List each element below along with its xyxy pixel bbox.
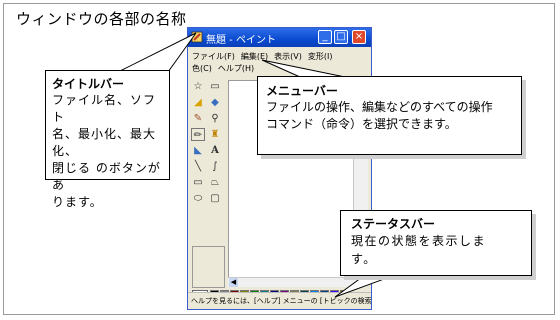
horizontal-scrollbar[interactable]: ◀ — [228, 277, 367, 287]
title-bar[interactable]: 無題 - ペイント _ □ × — [188, 28, 371, 47]
menubar-callout-line: コマンド（命令）を選択できます。 — [266, 117, 457, 131]
window-title: 無題 - ペイント — [206, 35, 276, 46]
statusbar-callout-line: 現在の状態を表示しま — [351, 234, 487, 248]
menu-colors[interactable]: 色(C) — [192, 64, 212, 73]
select-free-icon[interactable]: ☆ — [191, 80, 205, 93]
tool-options-box[interactable] — [192, 246, 225, 288]
statusbar-callout-title: ステータスバー — [351, 217, 436, 231]
text-icon[interactable]: A — [208, 144, 222, 157]
select-rect-icon[interactable]: ▭ — [208, 80, 222, 93]
statusbar-callout-line: す。 — [351, 252, 377, 266]
titlebar-callout-line: ファイル名、ソフト — [52, 93, 157, 124]
menu-row-2: 色(C) ヘルプ(H) — [192, 63, 260, 74]
polygon-icon[interactable]: ⏢ — [208, 176, 222, 189]
menu-help[interactable]: ヘルプ(H) — [218, 64, 254, 73]
menu-bar: ファイル(F) 編集(E) 表示(V) 変形(I) 色(C) ヘルプ(H) — [188, 47, 371, 77]
picker-icon[interactable]: ✎ — [191, 112, 205, 125]
titlebar-callout-title: タイトルバー — [52, 77, 125, 91]
brush-icon[interactable]: ♜ — [208, 128, 222, 141]
ellipse-icon[interactable]: ⬭ — [191, 192, 205, 205]
menubar-callout-body: ファイルの操作、編集などのすべての操作 コマンド（命令）を選択できます。 — [266, 99, 513, 133]
rectangle-icon[interactable]: ▭ — [191, 176, 205, 189]
titlebar-callout-line: ります。 — [52, 195, 103, 209]
line-icon[interactable]: ╲ — [191, 160, 205, 173]
menu-edit[interactable]: 編集(E) — [241, 52, 268, 61]
close-icon[interactable]: × — [352, 30, 366, 44]
scroll-left-icon[interactable]: ◀ — [229, 278, 238, 287]
menu-row-1: ファイル(F) 編集(E) 表示(V) 変形(I) — [192, 51, 338, 62]
pencil-icon[interactable]: ✏ — [191, 128, 205, 141]
magnifier-icon[interactable]: ⚲ — [208, 112, 222, 125]
curve-icon[interactable]: ∫ — [208, 160, 222, 173]
fill-icon[interactable]: ◆ — [208, 96, 222, 109]
page-heading: ウィンドウの各部の名称 — [16, 10, 187, 28]
menubar-callout-line: ファイルの操作、編集などのすべての操作 — [266, 100, 493, 114]
eraser-icon[interactable]: ◢ — [191, 96, 205, 109]
titlebar-callout-line: 名、最小化、最大化、 — [52, 127, 157, 158]
menu-file[interactable]: ファイル(F) — [192, 52, 235, 61]
status-bar: ヘルプを見るには、[ヘルプ] メニューの [トピックの検索 — [188, 292, 371, 309]
menubar-callout: メニューバー ファイルの操作、編集などのすべての操作 コマンド（命令）を選択でき… — [257, 76, 522, 155]
menu-view[interactable]: 表示(V) — [274, 52, 302, 61]
titlebar-callout-body: ファイル名、ソフト 名、最小化、最大化、 閉じる のボタンがあ ります。 — [52, 92, 163, 211]
minimize-icon[interactable]: _ — [318, 30, 332, 44]
menubar-callout-title: メニューバー — [266, 84, 338, 98]
airbrush-icon[interactable]: ◣ — [191, 144, 205, 157]
titlebar-callout-line: 閉じる のボタンがあ — [52, 161, 161, 192]
menu-image[interactable]: 変形(I) — [308, 52, 333, 61]
statusbar-callout-body: 現在の状態を表示しま す。 — [351, 232, 521, 268]
maximize-icon[interactable]: □ — [334, 30, 348, 44]
paint-app-icon — [191, 31, 203, 43]
toolbox: ☆ ▭ ◢ ◆ ✎ ⚲ ✏ ♜ ◣ A ╲ ∫ ▭ ⏢ ⬭ ▢ — [191, 80, 227, 240]
titlebar-callout: タイトルバー ファイル名、ソフト 名、最小化、最大化、 閉じる のボタンがあ り… — [45, 70, 170, 209]
statusbar-callout: ステータスバー 現在の状態を表示しま す。 — [340, 210, 532, 276]
rounded-rect-icon[interactable]: ▢ — [208, 192, 222, 205]
